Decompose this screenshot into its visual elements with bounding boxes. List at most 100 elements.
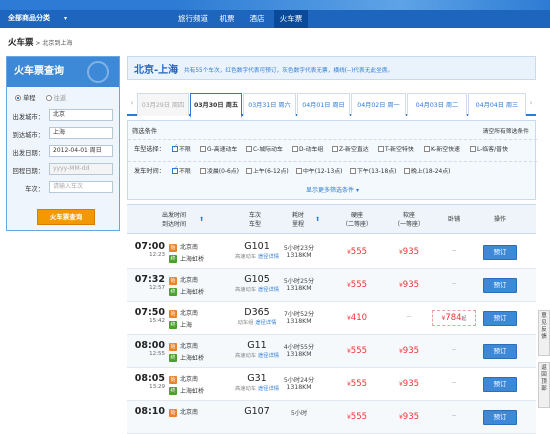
sleeper-price: -- <box>432 247 476 254</box>
route-detail-link[interactable]: 途径详情 <box>258 386 279 392</box>
time-cell: 07:32 12:57 <box>133 274 165 291</box>
train-type: 高速动车 <box>234 353 257 359</box>
time-opt-dawn-label: 凌晨(0-6点) <box>207 169 239 175</box>
book-button[interactable]: 预订 <box>483 344 517 359</box>
date-tab-0402[interactable]: 04月02日 周一 <box>351 93 406 116</box>
search-panel-title-text: 火车票查询 <box>14 66 64 77</box>
date-tab-0403[interactable]: 04月03日 周二 <box>407 93 467 116</box>
table-row: 08:10 始北京南 G107 5小时 ¥555 ¥935 -- 预订 <box>127 401 536 434</box>
col-train: 车次 车型 <box>248 212 261 228</box>
depart-time: 08:10 <box>134 406 165 417</box>
depart-time: 07:32 <box>134 274 165 285</box>
train-number[interactable]: G107 <box>231 406 283 417</box>
seat2-price-value: 935 <box>402 280 420 290</box>
type-opt-c[interactable]: C-城际动车 <box>246 144 283 153</box>
seat2-price-value: 935 <box>402 247 420 257</box>
to-city-label: 到达城市： <box>12 132 44 139</box>
train-type: 高速动车 <box>234 287 257 293</box>
seat2-price: ¥935 <box>389 412 429 422</box>
route-detail-link[interactable]: 途径详情 <box>258 287 279 293</box>
date-tab-0331[interactable]: 03月31日 周六 <box>243 93 296 116</box>
book-button[interactable]: 预订 <box>483 311 517 326</box>
table-row: 07:00 12:23 始北京南终上海虹桥 G101 高速动车 途径详情 5小时23分 13… <box>127 236 536 269</box>
sort-up-icon[interactable]: ⬆ <box>199 215 204 224</box>
duration: 5小时 <box>290 410 308 417</box>
seat1-price: ¥410 <box>337 313 377 323</box>
from-city-input[interactable]: 北京 <box>49 109 113 121</box>
to-city-input[interactable]: 上海 <box>49 127 113 139</box>
type-opt-t[interactable]: T-新空特快 <box>378 144 414 153</box>
clear-filters-link[interactable]: 清空所有筛选条件 <box>483 126 529 135</box>
book-button[interactable]: 预订 <box>483 278 517 293</box>
return-date-label: 回程日期： <box>12 168 44 175</box>
time-opt-afternoon[interactable]: 下午(13-18点) <box>350 166 396 175</box>
distance: 1318KM <box>286 351 312 358</box>
radio-round-trip[interactable] <box>45 95 52 101</box>
train-number[interactable]: G101 <box>231 241 283 252</box>
route-detail-link[interactable]: 途径详情 <box>258 353 279 359</box>
train-number[interactable]: G11 <box>231 340 283 351</box>
col-duration[interactable]: 耗时 里程 <box>279 211 317 229</box>
type-opt-z[interactable]: Z-新空直达 <box>332 144 369 153</box>
train-cell: G101 高速动车 途径详情 <box>231 241 283 260</box>
return-date-input[interactable]: yyyy-MM-dd <box>49 163 113 175</box>
book-button[interactable]: 预订 <box>483 245 517 260</box>
type-opt-any[interactable]: 不限 <box>172 143 191 153</box>
train-no-input[interactable]: 请输入车次 <box>49 181 113 193</box>
date-tab-0330[interactable]: 03月30日 周五 <box>190 93 242 118</box>
checkbox-icon <box>378 145 384 152</box>
search-panel-title: 火车票查询 <box>7 57 119 87</box>
chevron-down-icon: ▾ <box>64 15 68 22</box>
nav-travel[interactable]: 旅行频道 <box>176 10 210 28</box>
all-categories-label: 全部商品分类 <box>8 14 50 22</box>
time-cell: 08:00 12:55 <box>133 340 165 357</box>
col-time[interactable]: 出发时间 到达时间 <box>149 211 199 229</box>
train-number[interactable]: G31 <box>231 373 283 384</box>
seat1-price: ¥555 <box>337 412 377 422</box>
depart-date-input[interactable]: 2012-04-01 周日 <box>49 145 113 157</box>
train-number[interactable]: D365 <box>231 307 283 318</box>
train-no-label: 车次： <box>25 186 44 193</box>
search-button[interactable]: 火车票查询 <box>37 209 95 225</box>
time-opt-noon[interactable]: 中午(12-13点) <box>296 166 342 175</box>
date-tab-0329[interactable]: 03月29日 周四 <box>137 93 189 116</box>
date-tab-0401[interactable]: 04月01日 周日 <box>297 93 350 116</box>
radio-one-way[interactable] <box>15 95 21 101</box>
nav-flights[interactable]: 机票 <box>214 10 240 28</box>
time-opt-evening[interactable]: 晚上(18-24点) <box>404 166 450 175</box>
nav-train-tickets[interactable]: 火车票 <box>274 10 308 28</box>
duration-cell: 5小时24分 1318KM <box>279 375 319 391</box>
depart-time-filter: 发车时间： 不限 凌晨(0-6点) 上午(6-12点) 中午(12-13点) 下… <box>128 161 537 177</box>
all-categories-menu[interactable]: 全部商品分类 ▾ <box>8 13 67 23</box>
checkbox-icon <box>246 145 252 152</box>
station-cell: 始北京南终上海虹桥 <box>169 341 229 362</box>
train-number[interactable]: G105 <box>231 274 283 285</box>
date-tab-0404[interactable]: 04月04日 周三 <box>468 93 526 116</box>
sort-up-icon[interactable]: ⬆ <box>315 215 320 224</box>
sleeper-price-value: -- <box>451 346 457 353</box>
breadcrumb-path[interactable]: > 北京到上海 <box>34 40 72 47</box>
distance: 1318KM <box>286 252 312 259</box>
seat2-price-value: 935 <box>402 379 420 389</box>
type-opt-g[interactable]: G-高速动车 <box>200 144 237 153</box>
time-opt-any[interactable]: 不限 <box>172 165 191 175</box>
route-detail-link[interactable]: 途径详情 <box>255 320 276 326</box>
type-opt-g-label: G-高速动车 <box>207 147 238 153</box>
prev-date-icon[interactable]: ‹ <box>127 90 137 116</box>
type-opt-l[interactable]: L-临客/普快 <box>470 144 508 153</box>
type-opt-k[interactable]: K-新空快速 <box>424 144 460 153</box>
time-opt-morning[interactable]: 上午(6-12点) <box>246 166 289 175</box>
more-filters-link[interactable]: 显示更多筛选条件 ▾ <box>128 185 537 194</box>
back-to-top-tab[interactable]: 返回顶部 <box>538 362 550 408</box>
type-opt-d[interactable]: D-动车组 <box>292 144 323 153</box>
type-opt-k-label: K-新空快速 <box>431 147 460 153</box>
next-date-icon[interactable]: › <box>526 90 536 116</box>
type-opt-t-label: T-新空特快 <box>385 147 414 153</box>
time-opt-dawn[interactable]: 凌晨(0-6点) <box>200 166 239 175</box>
feedback-tab[interactable]: 意见反馈 <box>538 310 550 356</box>
book-button[interactable]: 预订 <box>483 410 517 425</box>
book-button[interactable]: 预订 <box>483 377 517 392</box>
return-date-row: 回程日期： <box>11 166 47 175</box>
route-detail-link[interactable]: 途径详情 <box>258 254 279 260</box>
nav-hotels[interactable]: 酒店 <box>244 10 270 28</box>
